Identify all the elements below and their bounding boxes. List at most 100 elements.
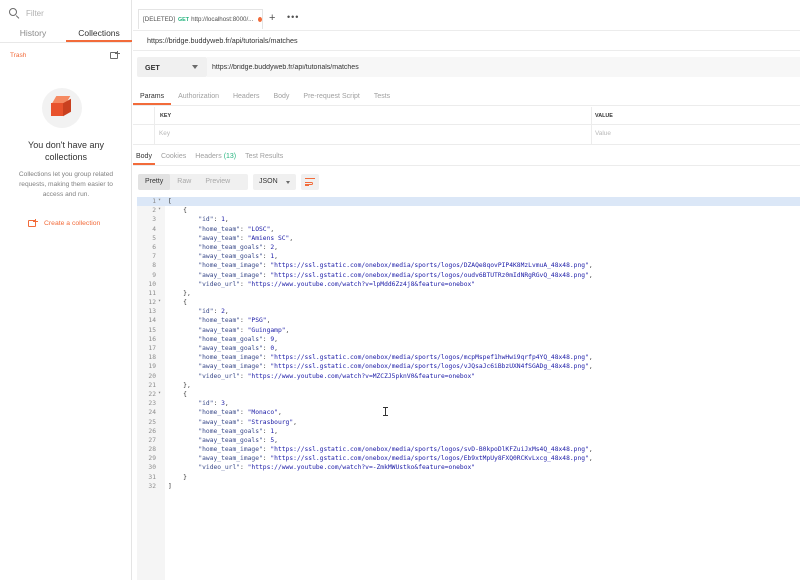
create-collection-link[interactable]: Create a collection [28,218,100,228]
line-number: 8 [152,262,156,270]
tab-response-cookies[interactable]: Cookies [158,150,189,165]
params-select-all[interactable] [133,107,155,125]
tab-collections[interactable]: Collections [66,26,132,42]
line-number: 9 [152,271,156,279]
code-line: 21 }, [137,381,800,390]
code-line: 12 ▾ { [137,298,800,307]
add-collection-icon [28,218,38,228]
tab-history[interactable]: History [0,26,66,42]
line-number: 10 [148,280,156,288]
tab-authorization[interactable]: Authorization [171,89,226,105]
language-label: JSON [259,178,278,185]
response-body-editor[interactable]: 1 ▾[2 ▾ {3 "id": 1, 4 "home_team": "LOSC", 5… [137,197,800,580]
new-collection-icon[interactable] [110,50,120,60]
more-tabs-button[interactable]: ••• [287,11,299,23]
empty-collections-description: Collections let you group related reques… [18,171,114,198]
code-text: "away_team_goals": 0, [168,345,278,352]
code-line: 31 } [137,473,800,482]
wrap-lines-button[interactable] [301,174,319,190]
tab-params[interactable]: Params [133,89,172,105]
line-number: 3 [152,216,156,224]
trash-link[interactable]: Trash [10,52,26,59]
params-row [133,125,800,145]
trash-row: Trash [0,47,132,65]
code-text: "away_team_image": "https://ssl.gstatic.… [168,455,593,463]
line-number: 26 [148,427,156,435]
sidebar: History Collections Trash You don't have… [0,0,132,580]
line-number: 20 [148,372,156,380]
param-key-input[interactable] [159,130,579,137]
params-row-checkbox[interactable] [133,125,155,145]
code-text: [ [168,198,172,205]
code-text: { [168,390,187,398]
request-title[interactable]: https://bridge.buddyweb.fr/api/tutorials… [147,36,298,45]
request-tab-strip: [DELETED] GET http://localhost:8000/... … [133,0,800,30]
line-number: 23 [148,400,156,408]
search-icon [9,7,20,19]
raw-button[interactable]: Raw [170,174,198,190]
code-text: "home_team_image": "https://ssl.gstatic.… [168,262,593,270]
code-text: "away_team": "Guingamp", [168,326,290,334]
code-line: 11 }, [137,289,800,298]
request-tab-url: http://localhost:8000/... [191,16,254,23]
tab-pre-request-script[interactable]: Pre-request Script [296,89,366,105]
code-text: "home_team_image": "https://ssl.gstatic.… [168,446,593,454]
code-line: 3 "id": 1, [137,215,800,224]
line-number: 25 [148,418,156,426]
pretty-button[interactable]: Pretty [138,174,171,190]
params-table: KEY VALUE [133,107,800,145]
code-text: "home_team": "PSG", [168,317,271,325]
line-number: 27 [148,436,156,444]
filter-input[interactable] [26,8,121,18]
request-tab[interactable]: [DELETED] GET http://localhost:8000/... [138,9,263,29]
chevron-down-icon [192,65,198,69]
key-column-header: KEY [160,113,172,119]
code-text: "home_team_goals": 2, [168,243,278,251]
code-text: "id": 3, [168,400,229,408]
language-select[interactable]: JSON [253,174,296,190]
code-line: 9 "away_team_image": "https://ssl.gstati… [137,271,800,280]
code-line: 7 "away_team_goals": 1, [137,252,800,261]
line-number: 12 [148,299,156,307]
new-tab-button[interactable]: + [269,12,275,24]
line-number: 24 [148,409,156,417]
preview-button[interactable]: Preview [198,174,237,190]
code-text: "home_team_image": "https://ssl.gstatic.… [168,354,593,362]
line-number: 5 [152,234,156,242]
code-text: "home_team": "LOSC", [168,225,275,233]
code-line: 1 ▾ [ [137,196,800,207]
request-tab-deleted: [DELETED] [143,16,175,23]
code-line: 22 ▾ { [137,390,800,399]
url-input[interactable] [207,57,800,77]
line-number: 11 [148,289,156,297]
response-headers-label: Headers [195,153,222,160]
fold-caret-icon[interactable]: ▾ [158,389,161,398]
method-select[interactable]: GET [137,57,207,77]
line-number: 4 [152,225,156,233]
code-text: "home_team": "Monaco", [168,409,282,417]
code-text: "away_team": "Strasbourg", [168,418,297,426]
unsaved-dot-icon [257,17,262,22]
code-line: 24 "home_team": "Monaco", [137,408,800,417]
tab-response-headers[interactable]: Headers (13) [192,150,239,165]
fold-caret-icon[interactable]: ▾ [158,297,161,306]
param-value-input[interactable] [595,130,785,137]
line-number: 31 [148,473,156,481]
code-line: 25 "away_team": "Strasbourg", [137,418,800,427]
params-table-header: KEY VALUE [133,107,800,145]
tab-test-results[interactable]: Test Results [242,150,286,165]
code-line: 4 "home_team": "LOSC", [137,225,800,234]
fold-caret-icon[interactable]: ▾ [158,196,161,205]
code-line: 6 "home_team_goals": 2, [137,243,800,252]
tab-headers[interactable]: Headers [226,89,266,105]
code-text: "id": 2, [168,308,229,316]
code-line: 15 "away_team": "Guingamp", [137,326,800,335]
tab-body[interactable]: Body [266,89,296,105]
tab-tests[interactable]: Tests [367,89,397,105]
code-text: ] [168,482,172,490]
fold-caret-icon[interactable]: ▾ [158,205,161,214]
response-headers-count: (13) [223,153,237,160]
code-line: 2 ▾ { [137,206,800,215]
tab-response-body[interactable]: Body [133,150,155,165]
code-text: "away_team_goals": 1, [168,253,278,261]
